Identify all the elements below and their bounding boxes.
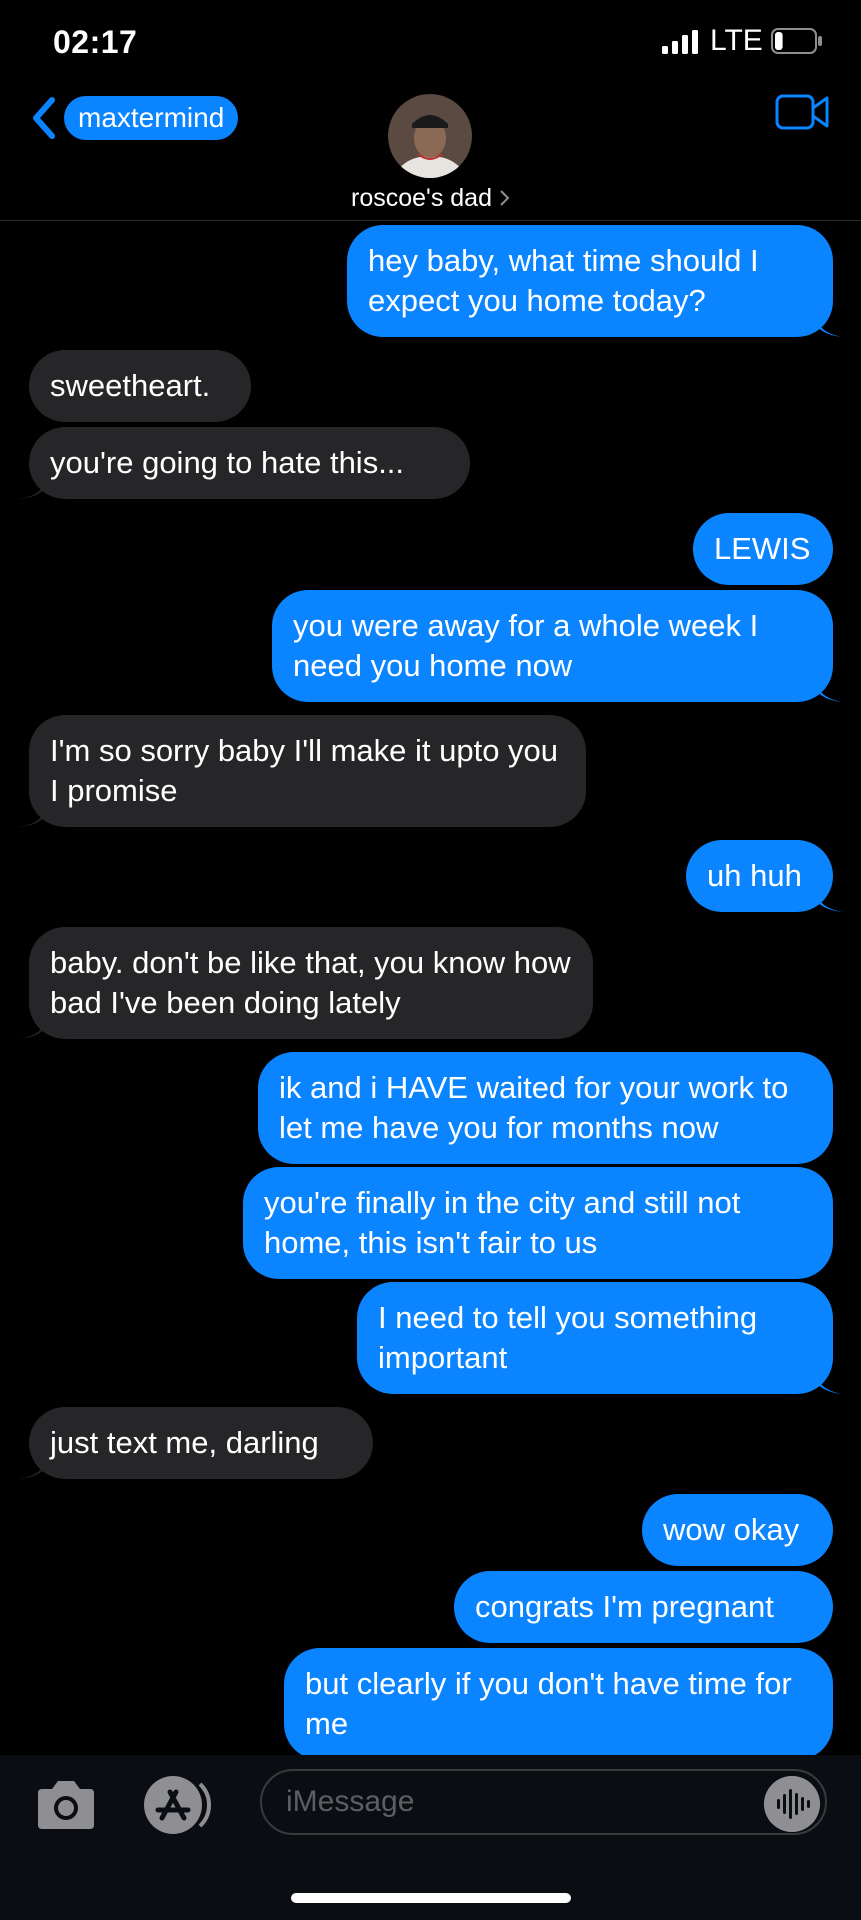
sent-message[interactable]: LEWIS xyxy=(693,513,833,585)
message-text: just text me, darling xyxy=(50,1425,319,1460)
message-text: I need to tell you something important xyxy=(378,1300,758,1375)
status-time: 02:17 xyxy=(53,24,138,60)
sent-message[interactable]: but clearly if you don't have time for m… xyxy=(284,1648,833,1760)
received-message[interactable]: just text me, darling xyxy=(19,1407,373,1479)
message-text: baby. don't be like that, you know how b… xyxy=(50,945,571,1020)
received-message[interactable]: you're going to hate this... xyxy=(19,427,470,499)
message-text: congrats I'm pregnant xyxy=(475,1589,774,1624)
contact-avatar[interactable] xyxy=(388,94,472,178)
received-message[interactable]: I'm so sorry baby I'll make it upto you … xyxy=(19,715,586,827)
message-text: wow okay xyxy=(663,1512,800,1547)
back-button-label: maxtermind xyxy=(64,96,239,140)
sent-message[interactable]: uh huh xyxy=(686,840,843,912)
contact-name-label: roscoe's dad xyxy=(351,184,492,212)
message-text: ik and i HAVE waited for your work to le… xyxy=(279,1070,789,1145)
back-button[interactable]: maxtermind xyxy=(28,94,239,142)
chevron-right-icon xyxy=(500,190,510,206)
message-text: uh huh xyxy=(707,858,802,893)
status-bar: 02:17 LTE xyxy=(0,0,861,80)
message-text: LEWIS xyxy=(714,531,811,566)
message-text: but clearly if you don't have time for m… xyxy=(305,1666,792,1741)
sent-message[interactable]: hey baby, what time should I expect you … xyxy=(347,225,843,337)
video-call-icon[interactable] xyxy=(775,92,829,132)
message-input-bar xyxy=(0,1755,861,1920)
message-text: you're going to hate this... xyxy=(50,445,405,480)
message-text: I'm so sorry baby I'll make it upto you … xyxy=(50,733,559,808)
sent-message[interactable]: I need to tell you something important xyxy=(357,1282,843,1394)
avatar-image xyxy=(388,94,472,178)
sent-message[interactable]: you were away for a whole week I need yo… xyxy=(272,590,843,702)
app-store-icon[interactable] xyxy=(140,1774,216,1836)
carrier-label: LTE xyxy=(710,24,763,57)
message-text: hey baby, what time should I expect you … xyxy=(368,243,759,318)
bubble-tail xyxy=(19,475,47,499)
message-text: sweetheart. xyxy=(50,368,211,403)
camera-icon[interactable] xyxy=(34,1777,98,1833)
message-text: you were away for a whole week I need yo… xyxy=(293,608,759,683)
bubble-tail xyxy=(19,803,47,827)
contact-name[interactable]: roscoe's dad xyxy=(0,184,861,213)
bubble-tail xyxy=(19,1455,47,1479)
sent-message[interactable]: wow okay xyxy=(642,1494,833,1566)
audio-message-icon[interactable] xyxy=(764,1776,820,1832)
bubble-tail xyxy=(815,678,843,702)
bubble-tail xyxy=(815,888,843,912)
conversation-header: maxtermind roscoe's dad xyxy=(0,80,861,221)
imessage-input[interactable] xyxy=(260,1769,827,1835)
received-message[interactable]: baby. don't be like that, you know how b… xyxy=(19,927,593,1039)
sent-message[interactable]: congrats I'm pregnant xyxy=(454,1571,833,1643)
signal-icon xyxy=(662,30,698,54)
bubble-tail xyxy=(19,1015,47,1039)
received-message[interactable]: sweetheart. xyxy=(29,350,251,422)
bubble-tail xyxy=(815,1370,843,1394)
battery-icon xyxy=(771,28,822,54)
sent-message[interactable]: ik and i HAVE waited for your work to le… xyxy=(258,1052,833,1164)
back-chevron-icon xyxy=(33,97,55,139)
home-indicator xyxy=(291,1893,571,1903)
message-text: you're finally in the city and still not… xyxy=(264,1185,741,1260)
sent-message[interactable]: you're finally in the city and still not… xyxy=(243,1167,833,1279)
bubble-tail xyxy=(815,313,843,337)
